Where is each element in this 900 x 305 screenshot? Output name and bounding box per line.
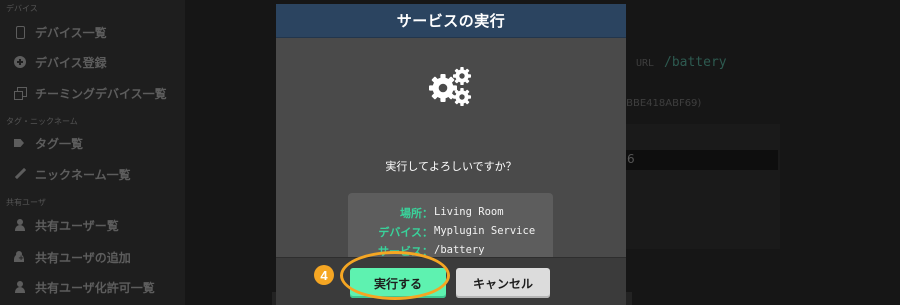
sidebar-item-device-register[interactable]: デバイス登録: [14, 53, 107, 71]
tags-icon: [14, 137, 26, 149]
sidebar-item-tag-list[interactable]: タグ一覧: [14, 134, 83, 152]
device-id-fragment: F3BBE418ABF69): [614, 98, 702, 109]
sidebar-item-label: 共有ユーザ化許可一覧: [35, 280, 155, 295]
info-value: Myplugin Service: [434, 225, 536, 237]
copy-icon: [14, 87, 27, 100]
gears-icon: [429, 67, 471, 106]
plus-circle-icon: [14, 56, 26, 68]
url-value: /battery: [664, 55, 727, 70]
background-value-bar: [625, 150, 778, 170]
sidebar-section-device: デバイス: [6, 4, 38, 13]
info-value: Living Room: [434, 206, 504, 218]
info-value: /battery: [434, 244, 485, 256]
modal-title: サービスの実行: [396, 12, 506, 30]
info-row-location: 場所： Living Room: [348, 205, 553, 221]
pencil-icon: [14, 168, 26, 180]
sidebar-item-label: 共有ユーザの追加: [35, 250, 131, 265]
service-run-modal: サービスの実行 実行してよろしいですか？ 場所： Living Room デバイ…: [276, 4, 626, 305]
background-value: 6: [627, 152, 635, 166]
cancel-button[interactable]: キャンセル: [456, 268, 550, 298]
url-label: URL: [636, 58, 655, 69]
sidebar-section-shared: 共有ユーザ: [6, 198, 46, 207]
sidebar-item-label: チーミングデバイス一覧: [35, 86, 167, 101]
user-add-icon: [14, 251, 26, 263]
confirm-question: 実行してよろしいですか？: [385, 160, 517, 173]
sidebar-item-label: デバイス登録: [35, 55, 107, 70]
sidebar-section-tag: タグ・ニックネーム: [6, 117, 78, 126]
sidebar-item-shared-user-list[interactable]: 共有ユーザー覧: [14, 216, 119, 234]
sidebar-item-device-list[interactable]: デバイス一覧: [14, 23, 107, 41]
background-panel: [625, 124, 780, 249]
sidebar-item-teaming-list[interactable]: チーミングデバイス一覧: [14, 84, 167, 102]
sidebar: デバイス デバイス一覧 デバイス登録 チーミングデバイス一覧 タグ・ニックネーム…: [0, 0, 185, 305]
user-icon: [14, 219, 26, 231]
info-row-device: デバイス： Myplugin Service: [348, 224, 553, 240]
info-label: デバイス：: [378, 226, 433, 239]
modal-header: サービスの実行: [276, 4, 626, 38]
sidebar-item-label: デバイス一覧: [35, 25, 107, 40]
step-number-badge: 4: [314, 265, 334, 285]
info-label: 場所：: [400, 207, 433, 220]
sidebar-item-shared-user-add[interactable]: 共有ユーザの追加: [14, 248, 131, 266]
highlight-ring: [340, 251, 450, 300]
sidebar-item-label: 共有ユーザー覧: [35, 218, 119, 233]
sidebar-item-nickname-list[interactable]: ニックネーム一覧: [14, 165, 131, 183]
user-icon: [14, 281, 26, 293]
sidebar-item-label: タグ一覧: [35, 136, 84, 151]
sidebar-item-label: ニックネーム一覧: [35, 167, 131, 182]
phone-icon: [14, 26, 26, 39]
modal-body: 実行してよろしいですか？ 場所： Living Room デバイス： Myplu…: [276, 39, 626, 268]
sidebar-item-shared-user-permission[interactable]: 共有ユーザ化許可一覧: [14, 278, 155, 296]
